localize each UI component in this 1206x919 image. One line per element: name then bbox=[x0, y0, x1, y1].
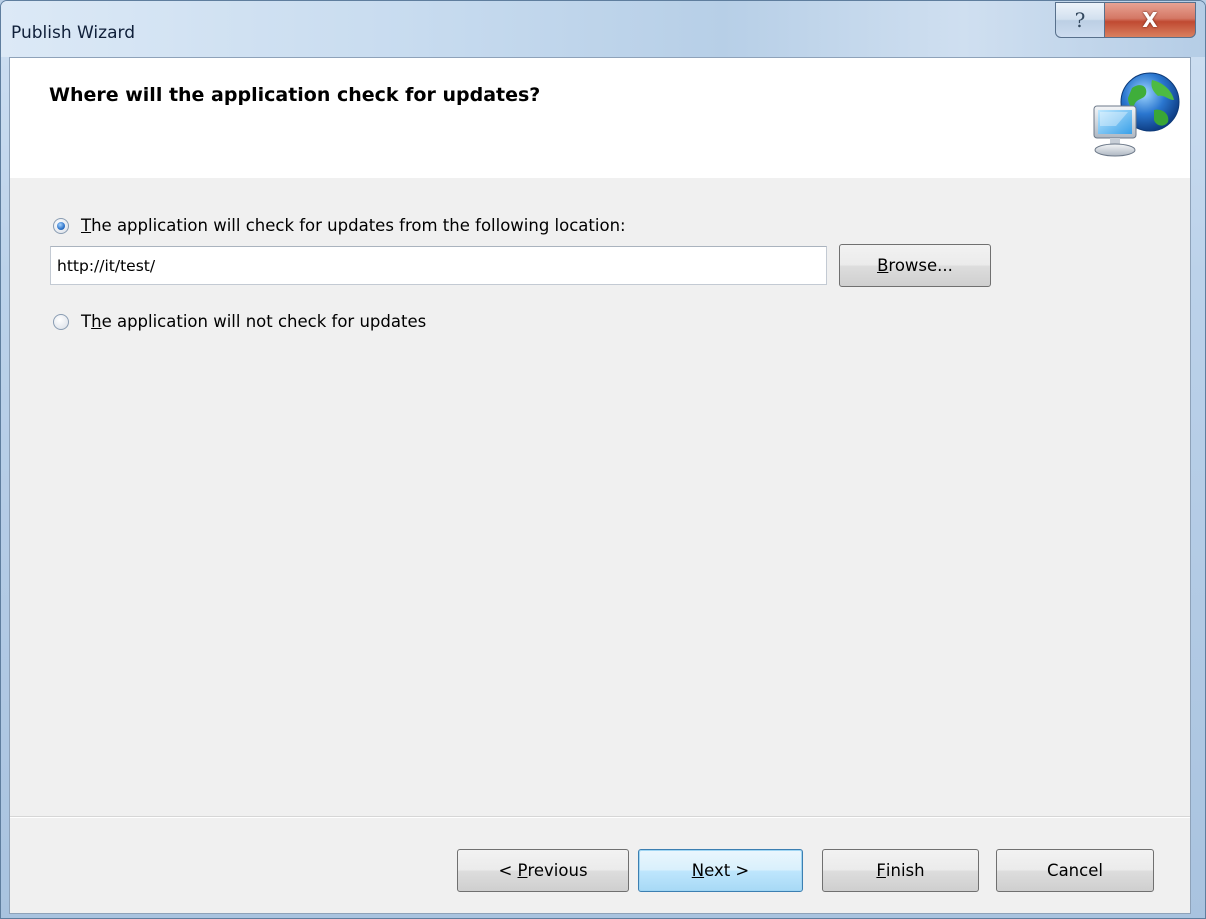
next-mnemonic: N bbox=[691, 861, 705, 880]
browse-label: rowse... bbox=[888, 256, 953, 275]
publish-wizard-window: Publish Wizard ? X Where will the applic… bbox=[0, 0, 1206, 919]
next-button[interactable]: Next > bbox=[638, 849, 803, 892]
close-icon: X bbox=[1142, 8, 1158, 32]
previous-label: revious bbox=[527, 861, 588, 880]
previous-button[interactable]: < Previous bbox=[457, 849, 629, 892]
check-location-label: The application will check for updates f… bbox=[81, 216, 626, 235]
previous-prefix: < bbox=[498, 861, 518, 880]
option-check-location[interactable]: The application will check for updates f… bbox=[53, 216, 626, 235]
radio-selected-dot bbox=[57, 221, 65, 230]
no-check-label: The application will not check for updat… bbox=[81, 312, 427, 331]
cancel-button[interactable]: Cancel bbox=[996, 849, 1154, 892]
title-bar[interactable]: Publish Wizard ? X bbox=[1, 1, 1205, 57]
window-title: Publish Wizard bbox=[11, 23, 135, 43]
help-icon: ? bbox=[1074, 8, 1086, 32]
cancel-label: Cancel bbox=[1047, 861, 1103, 880]
wizard-page: Where will the application check for upd… bbox=[9, 57, 1191, 914]
header-panel: Where will the application check for upd… bbox=[10, 58, 1190, 178]
next-label: ext > bbox=[704, 861, 750, 880]
help-button[interactable]: ? bbox=[1055, 2, 1105, 38]
browse-mnemonic: B bbox=[877, 256, 889, 275]
no-check-radio[interactable] bbox=[53, 313, 69, 330]
page-title: Where will the application check for upd… bbox=[49, 84, 541, 106]
close-button[interactable]: X bbox=[1104, 2, 1196, 38]
footer-separator bbox=[10, 816, 1190, 818]
check-location-radio[interactable] bbox=[53, 217, 69, 234]
finish-label: inish bbox=[885, 861, 925, 880]
previous-mnemonic: P bbox=[517, 861, 528, 880]
network-globe-icon bbox=[1093, 72, 1180, 157]
option-no-check[interactable]: The application will not check for updat… bbox=[53, 312, 426, 331]
browse-button[interactable]: Browse... bbox=[839, 244, 991, 287]
finish-button[interactable]: Finish bbox=[822, 849, 979, 892]
finish-mnemonic: F bbox=[876, 861, 886, 880]
update-location-input[interactable] bbox=[50, 246, 827, 285]
